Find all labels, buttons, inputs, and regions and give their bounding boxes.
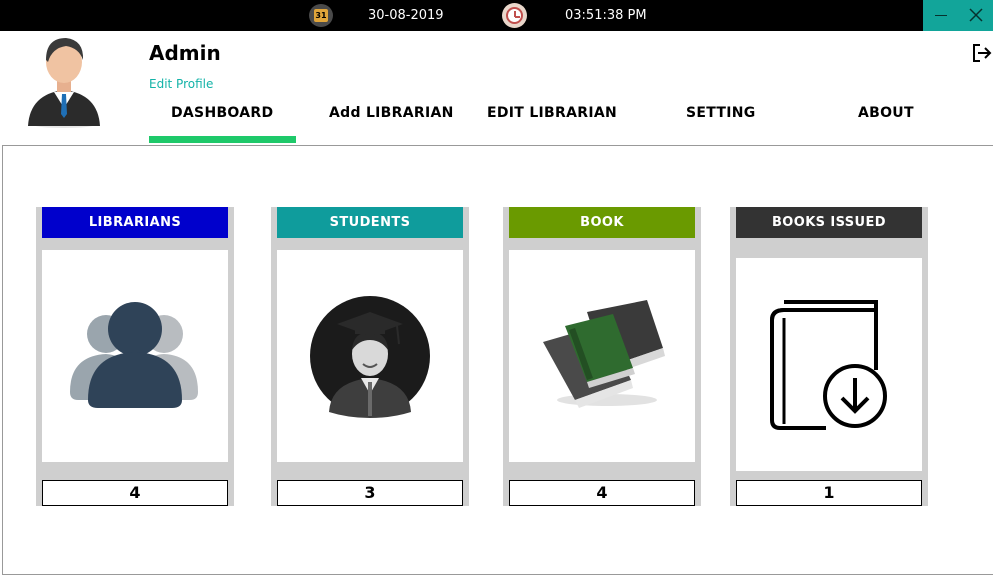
window-controls (923, 0, 993, 31)
card-title: BOOKS ISSUED (736, 207, 922, 238)
librarians-card[interactable]: LIBRARIANS 4 (36, 207, 234, 506)
books-icon (509, 250, 695, 462)
graduate-icon (277, 250, 463, 462)
card-title: STUDENTS (277, 207, 463, 238)
students-card[interactable]: STUDENTS 3 (271, 207, 469, 506)
card-title: BOOK (509, 207, 695, 238)
minimize-icon[interactable] (923, 0, 958, 31)
tab-dashboard[interactable]: DASHBOARD (171, 105, 273, 121)
edit-profile-link[interactable]: Edit Profile (149, 77, 213, 91)
tab-about[interactable]: ABOUT (858, 105, 914, 121)
book-card[interactable]: BOOK 4 (503, 207, 701, 506)
tab-add-librarian[interactable]: Add LIBRARIAN (329, 105, 454, 121)
current-time: 03:51:38 PM (565, 8, 647, 23)
logout-icon[interactable] (971, 42, 993, 64)
tab-edit-librarian[interactable]: EDIT LIBRARIAN (487, 105, 617, 121)
tab-setting[interactable]: SETTING (686, 105, 756, 121)
users-group-icon (42, 250, 228, 462)
students-count: 3 (277, 480, 463, 506)
book-count: 4 (509, 480, 695, 506)
active-tab-indicator (149, 136, 296, 143)
user-name: Admin (149, 41, 221, 65)
status-bar: 31 30-08-2019 03:51:38 PM (0, 0, 993, 31)
calendar-icon: 31 (309, 4, 333, 27)
avatar (24, 32, 106, 128)
book-download-icon (736, 258, 922, 471)
librarians-count: 4 (42, 480, 228, 506)
clock-icon (502, 3, 527, 28)
books-issued-card[interactable]: BOOKS ISSUED 1 (730, 207, 928, 506)
card-title: LIBRARIANS (42, 207, 228, 238)
close-icon[interactable] (958, 0, 993, 31)
current-date: 30-08-2019 (368, 8, 444, 23)
books-issued-count: 1 (736, 480, 922, 506)
